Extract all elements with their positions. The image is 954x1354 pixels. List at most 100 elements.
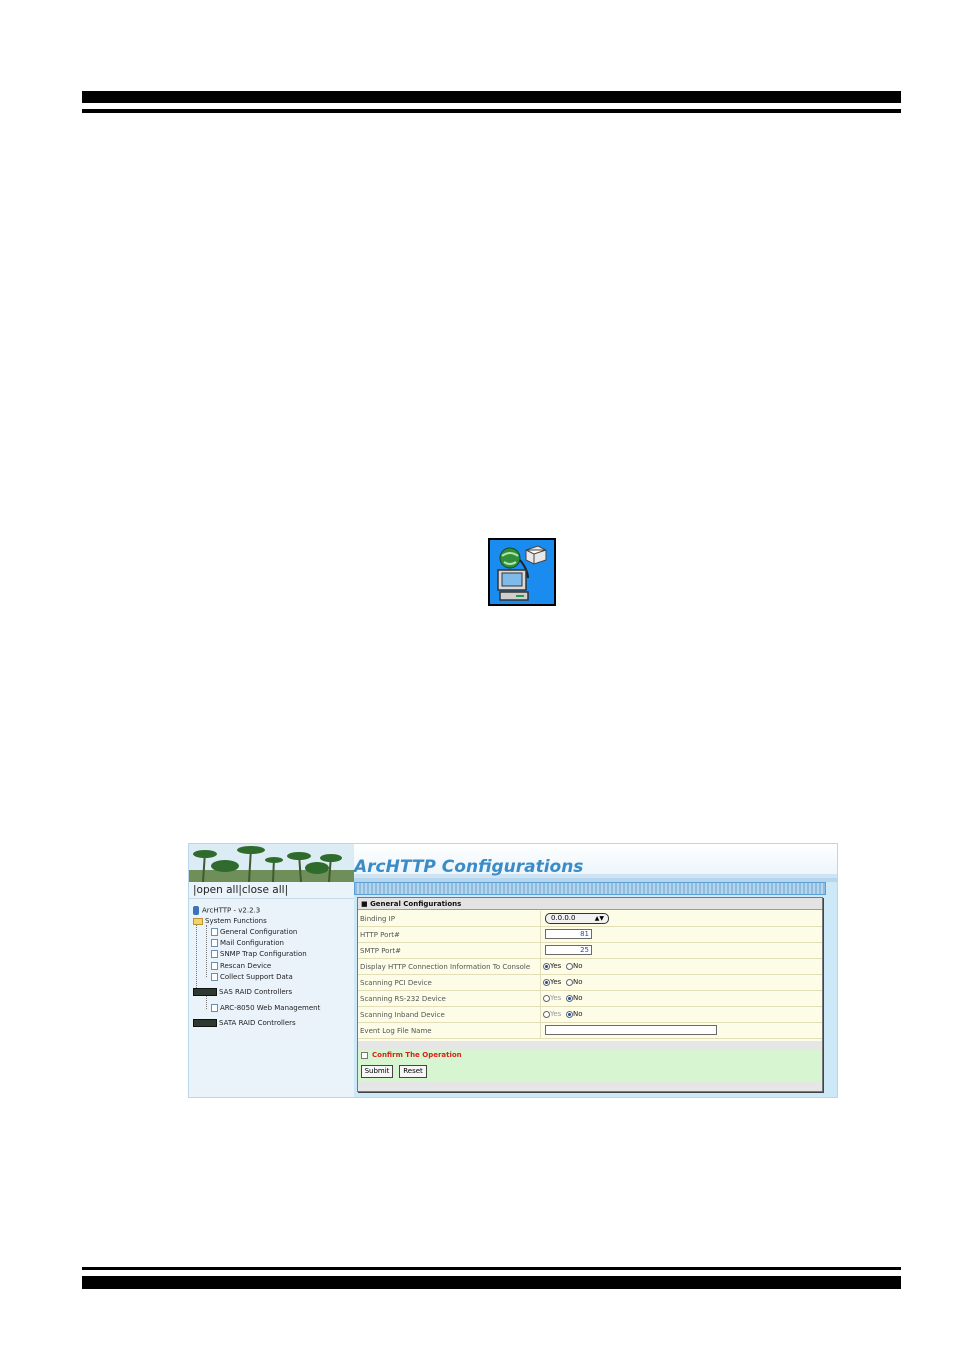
radio-icon (566, 978, 573, 986)
tree-label: General Configuration (220, 928, 298, 936)
tree-line (206, 995, 207, 1009)
row-smtp-port: SMTP Port# 25 (358, 943, 822, 959)
general-config-panel: ■ General Configurations Binding IP 0.0.… (357, 897, 823, 1092)
radio-icon (543, 978, 550, 986)
scan-inband-label: Scanning Inband Device (360, 1011, 445, 1019)
tree-label: SNMP Trap Configuration (220, 950, 307, 958)
raid-card-icon (193, 988, 217, 996)
spacer-row (358, 1041, 822, 1050)
close-all-link[interactable]: close all (242, 884, 285, 896)
tree-sata-controllers[interactable]: SATA RAID Controllers (193, 1019, 296, 1027)
panel-title: General Configurations (370, 900, 462, 908)
page-icon (211, 950, 218, 958)
updown-arrow-icon: ▲▼ (594, 915, 604, 922)
tree-label: Collect Support Data (220, 973, 293, 981)
tree-label: SATA RAID Controllers (219, 1019, 296, 1027)
tree-divider (189, 898, 354, 899)
radio-label: Yes (550, 1010, 562, 1018)
reset-button[interactable]: Reset (399, 1065, 427, 1078)
tree-root[interactable]: ArcHTTP - v2.2.3 (193, 906, 260, 915)
smtp-port-input[interactable]: 25 (545, 945, 592, 955)
tree-item-rescan[interactable]: Rescan Device (211, 962, 271, 970)
scan-pci-yes[interactable]: Yes (543, 978, 561, 986)
smtp-port-label: SMTP Port# (360, 947, 401, 955)
page-icon (211, 1004, 218, 1012)
scan-rs232-no[interactable]: No (566, 994, 583, 1002)
archttp-icon (193, 906, 199, 915)
banner: ArcHTTP Configurations (189, 844, 837, 882)
open-all-link[interactable]: open all (197, 884, 239, 896)
radio-label: No (573, 962, 583, 970)
binding-ip-label: Binding IP (360, 915, 395, 923)
scan-rs232-yes[interactable]: Yes (543, 994, 561, 1002)
event-log-input[interactable] (545, 1025, 717, 1035)
scan-pci-label: Scanning PCI Device (360, 979, 432, 987)
submit-button[interactable]: Submit (361, 1065, 393, 1078)
row-display-http: Display HTTP Connection Information To C… (358, 959, 822, 975)
banner-title: ArcHTTP Configurations (354, 857, 584, 877)
row-scan-rs232: Scanning RS-232 Device Yes No (358, 991, 822, 1007)
tree-line (196, 918, 197, 988)
radio-label: No (573, 978, 583, 986)
archttp-screenshot: ArcHTTP Configurations |open all|close a… (188, 843, 838, 1098)
raid-card-icon (193, 1019, 217, 1027)
tree-label: SAS RAID Controllers (219, 988, 293, 996)
display-http-label: Display HTTP Connection Information To C… (360, 963, 531, 971)
tree-item-collect[interactable]: Collect Support Data (211, 973, 293, 981)
binding-ip-value: 0.0.0.0 (551, 914, 576, 922)
tree-item-general[interactable]: General Configuration (211, 928, 297, 936)
event-log-label: Event Log File Name (360, 1027, 432, 1035)
radio-label: No (573, 994, 583, 1002)
panel-footer (358, 1081, 822, 1091)
row-http-port: HTTP Port# 81 (358, 927, 822, 943)
tree-root-label: ArcHTTP - v2.2.3 (202, 906, 261, 915)
radio-label: Yes (550, 978, 562, 986)
panel-header: ■ General Configurations (358, 898, 822, 910)
tree-label: Rescan Device (220, 962, 272, 970)
radio-icon (543, 962, 550, 970)
top-rule-thick (82, 91, 901, 103)
top-rule-thin (82, 109, 901, 113)
tree-item-arc8050[interactable]: ARC-8050 Web Management (211, 1004, 320, 1012)
confirm-checkbox[interactable] (361, 1052, 368, 1059)
tree-item-mail[interactable]: Mail Configuration (211, 939, 284, 947)
scan-rs232-label: Scanning RS-232 Device (360, 995, 446, 1003)
tree-line (206, 925, 207, 977)
tree-pane: |open all|close all| ArcHTTP - v2.2.3 Sy… (189, 882, 354, 1097)
tree-label: ARC-8050 Web Management (220, 1004, 321, 1012)
confirm-label: Confirm The Operation (372, 1051, 462, 1059)
scan-inband-yes[interactable]: Yes (543, 1010, 561, 1018)
display-http-no[interactable]: No (566, 962, 583, 970)
page-icon (211, 973, 218, 981)
scan-inband-no[interactable]: No (566, 1010, 583, 1018)
page-icon (211, 962, 218, 970)
tree-sas-controllers[interactable]: SAS RAID Controllers (193, 988, 292, 996)
palm-trees-image (189, 844, 354, 882)
radio-label: Yes (550, 994, 562, 1002)
tree-label: Mail Configuration (220, 939, 284, 947)
network-computer-icon (488, 538, 556, 606)
radio-label: No (573, 1010, 583, 1018)
http-port-input[interactable]: 81 (545, 929, 592, 939)
radio-icon (566, 962, 573, 970)
display-http-yes[interactable]: Yes (543, 962, 561, 970)
tree-item-snmp[interactable]: SNMP Trap Configuration (211, 950, 307, 958)
tree-system-functions[interactable]: System Functions (193, 917, 267, 925)
radio-icon (566, 1010, 573, 1018)
frame-topbar (354, 882, 826, 895)
tree-controls: |open all|close all| (193, 884, 288, 896)
radio-label: Yes (550, 962, 562, 970)
row-event-log: Event Log File Name (358, 1023, 822, 1039)
config-pane: ■ General Configurations Binding IP 0.0.… (354, 882, 837, 1097)
http-port-label: HTTP Port# (360, 931, 400, 939)
radio-icon (543, 994, 550, 1002)
folder-icon (193, 917, 203, 925)
radio-icon (543, 1010, 550, 1018)
page-icon (211, 928, 218, 936)
scan-pci-no[interactable]: No (566, 978, 583, 986)
bottom-rule-thick (82, 1276, 901, 1289)
radio-icon (566, 994, 573, 1002)
row-binding-ip: Binding IP 0.0.0.0 ▲▼ (358, 911, 822, 927)
binding-ip-select[interactable]: 0.0.0.0 ▲▼ (545, 913, 609, 924)
tree-label: System Functions (205, 917, 267, 925)
